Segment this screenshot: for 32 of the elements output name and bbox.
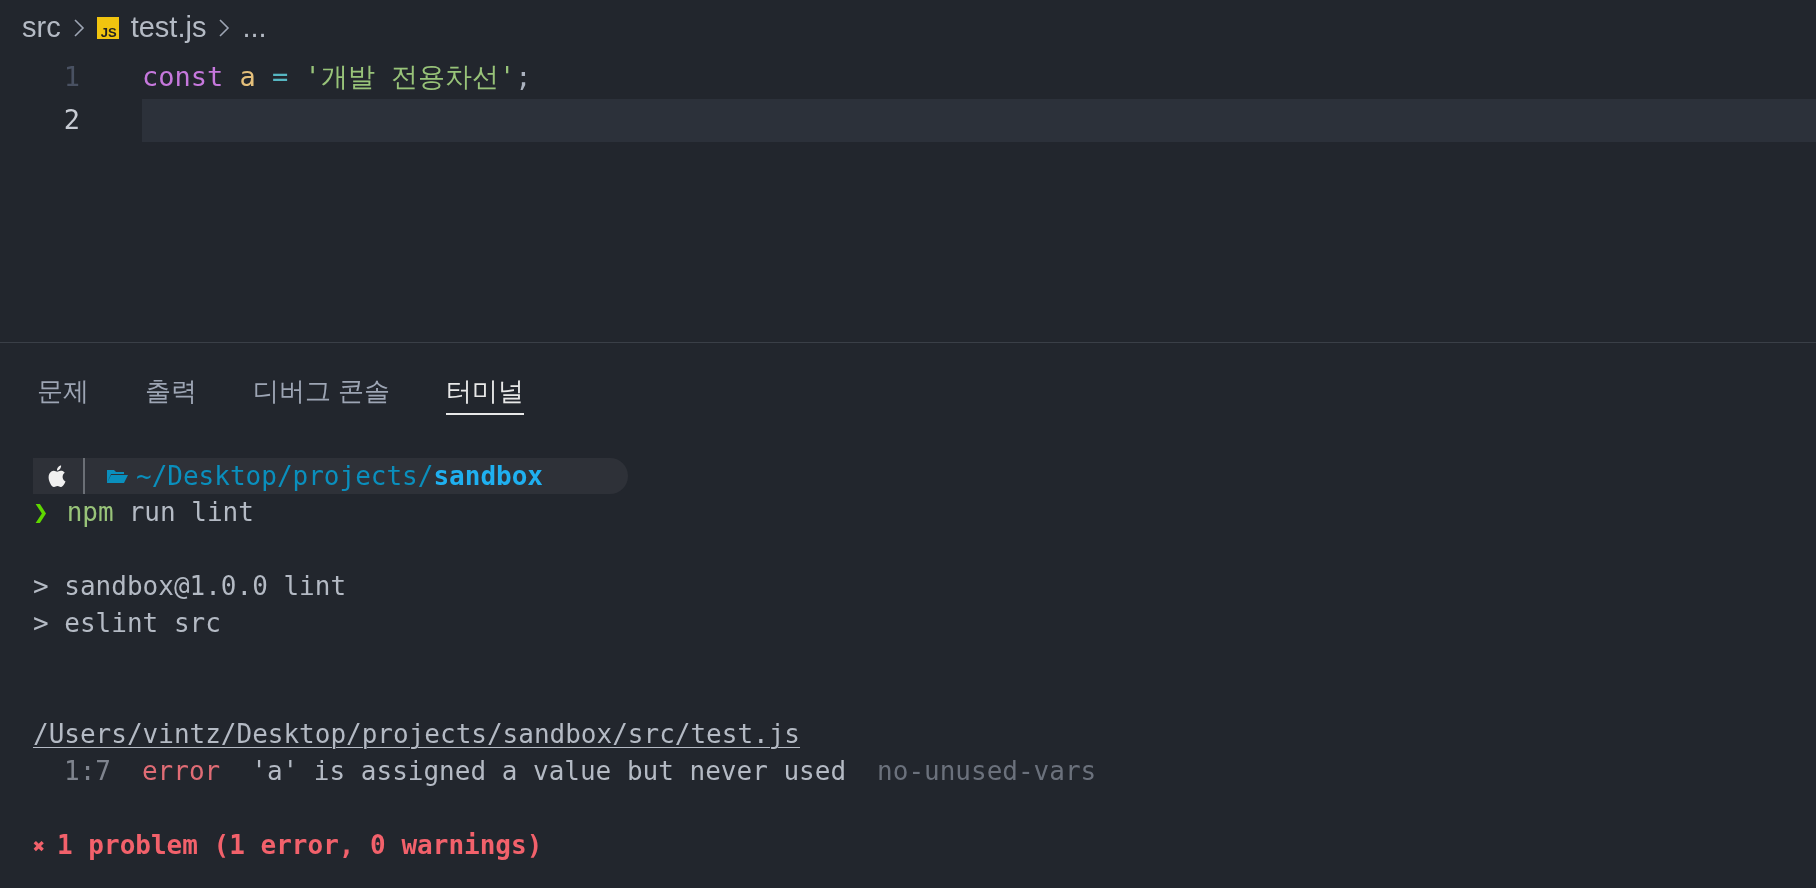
breadcrumb-item[interactable]: src: [22, 6, 61, 50]
prompt-path: ~/Desktop/projects/: [136, 459, 434, 493]
breadcrumb-more[interactable]: ...: [242, 6, 267, 50]
code-token: =: [272, 60, 290, 95]
code-token: '개발 전용차선': [304, 60, 516, 95]
problem-summary: 1 problem (1 error, 0 warnings): [57, 829, 543, 862]
panel-tab[interactable]: 문제: [37, 369, 89, 415]
code-token: ;: [515, 60, 532, 95]
line-number: 2: [62, 103, 80, 138]
code-token: a: [239, 60, 257, 95]
panel-tab[interactable]: 출력: [145, 369, 197, 415]
chevron-right-icon: [218, 18, 231, 38]
error-cross-icon: ✖: [33, 830, 46, 861]
folder-icon: [106, 468, 128, 484]
terminal-output: > eslint src: [33, 607, 221, 640]
breadcrumb-item[interactable]: test.js: [130, 6, 207, 50]
prompt-symbol: ❯: [33, 496, 49, 529]
apple-icon: [48, 465, 66, 487]
command-args: run lint: [128, 496, 254, 529]
file-path-link[interactable]: /Users/vintz/Desktop/projects/sandbox/src/test.js: [33, 715, 800, 754]
panel-tab[interactable]: 디버그 콘솔: [253, 369, 391, 415]
terminal-output: > sandbox@1.0.0 lint: [33, 570, 347, 603]
error-message: 'a' is assigned a value but never used: [251, 755, 847, 788]
error-severity: error: [141, 755, 221, 788]
command-program: npm: [66, 496, 114, 529]
javascript-file-icon: JS: [96, 17, 119, 39]
panel-tab[interactable]: 터미널: [446, 369, 525, 415]
code-token: const: [142, 60, 225, 95]
chevron-right-icon: [72, 18, 85, 38]
error-position: 1:7: [64, 755, 111, 788]
prompt-directory: sandbox: [433, 459, 543, 493]
error-rule: no-unused-vars: [877, 755, 1097, 788]
